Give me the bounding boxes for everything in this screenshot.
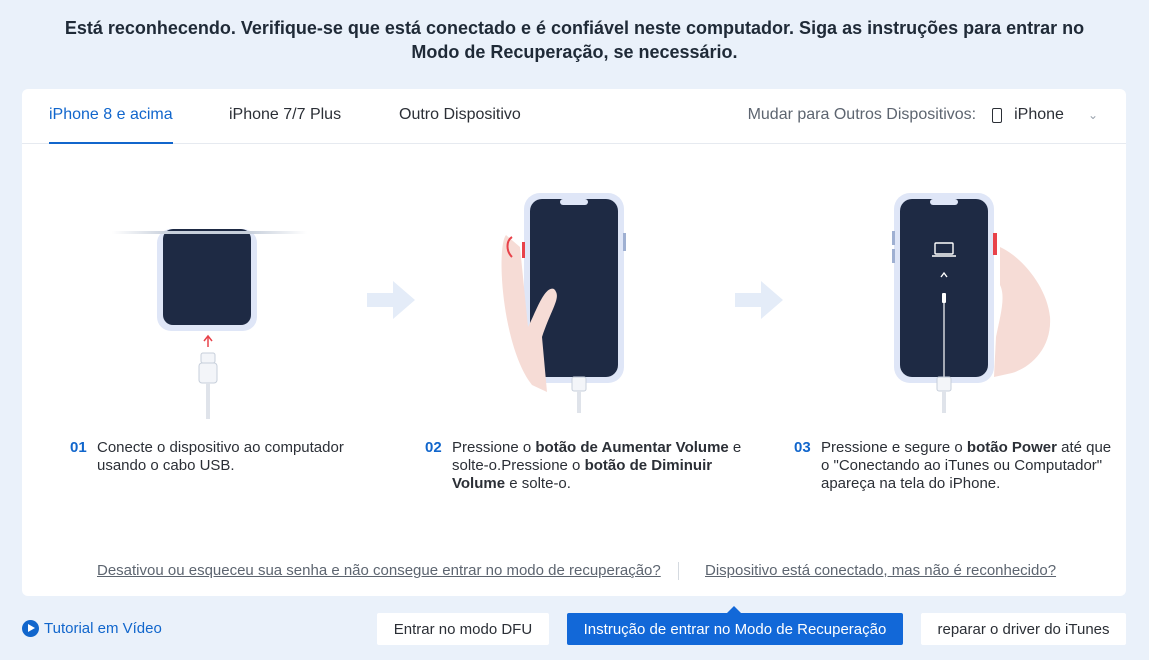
tab-iphone-7[interactable]: iPhone 7/7 Plus [229, 106, 341, 144]
dfu-mode-button[interactable]: Entrar no modo DFU [377, 613, 549, 645]
video-tutorial-label: Tutorial em Vídeo [44, 620, 162, 637]
step-text: Pressione o botão de Aumentar Volume e s… [452, 439, 745, 493]
step-text-bold: botão de Aumentar Volume [535, 439, 729, 456]
step-text: Conecte o dispositivo ao computador usan… [97, 439, 370, 475]
video-tutorial-link[interactable]: Tutorial em Vídeo [22, 620, 162, 637]
active-tab-underline [49, 142, 173, 144]
switcher-label: Mudar para Outros Dispositivos: [747, 106, 977, 123]
tab-label: iPhone 8 e acima [49, 106, 173, 123]
instruction-card: iPhone 8 e acima iPhone 7/7 Plus Outro D… [22, 89, 1126, 596]
not-recognized-link[interactable]: Dispositivo está conectado, mas não é re… [705, 562, 1056, 579]
step-text-bold: botão Power [966, 439, 1057, 456]
device-dropdown-value: iPhone [1014, 106, 1064, 123]
tab-iphone-8-and-above[interactable]: iPhone 8 e acima [49, 106, 173, 144]
step-text: Pressione e segure o botão Power até que… [821, 439, 1114, 493]
step-03: 03 Pressione e segure o botão Power até … [794, 439, 1114, 493]
tab-other-device[interactable]: Outro Dispositivo [399, 106, 521, 144]
phone-icon [992, 107, 1003, 123]
power-button-illustration [892, 193, 1051, 413]
step-text-part: e solte-o. [505, 475, 571, 492]
chevron-down-icon: ⌄ [1087, 108, 1098, 122]
recovery-mode-instructions-button[interactable]: Instrução de entrar no Modo de Recuperaç… [567, 606, 903, 645]
tab-label: iPhone 7/7 Plus [229, 106, 342, 123]
arrow-right-icon [735, 281, 783, 319]
step-text-part: Pressione e segure o [821, 439, 967, 456]
repair-itunes-driver-button[interactable]: reparar o driver do iTunes [921, 613, 1126, 645]
device-switcher: Mudar para Outros Dispositivos: iPhone ⌄ [748, 106, 1098, 124]
device-dropdown[interactable]: iPhone ⌄ [992, 106, 1098, 124]
step-text-part: Pressione o [452, 439, 536, 456]
forgot-password-link[interactable]: Desativou ou esqueceu sua senha e não co… [97, 562, 661, 579]
link-divider [678, 562, 679, 580]
page-heading: Está reconhecendo. Verifique-se que está… [64, 18, 1085, 62]
step-number: 01 [70, 439, 87, 456]
device-tabs: iPhone 8 e acima iPhone 7/7 Plus Outro D… [22, 89, 1126, 144]
volume-buttons-illustration [501, 193, 626, 413]
step-01: 01 Conecte o dispositivo ao computador u… [70, 439, 370, 475]
arrow-right-icon [367, 281, 415, 319]
connect-usb-illustration [112, 229, 307, 419]
tab-label: Outro Dispositivo [399, 106, 521, 123]
step-number: 02 [425, 439, 442, 456]
help-links: Desativou ou esqueceu sua senha e não co… [22, 562, 1126, 582]
play-icon [22, 620, 39, 637]
step-number: 03 [794, 439, 811, 456]
step-text-part: Conecte o dispositivo ao computador usan… [97, 439, 344, 474]
step-02: 02 Pressione o botão de Aumentar Volume … [425, 439, 745, 493]
